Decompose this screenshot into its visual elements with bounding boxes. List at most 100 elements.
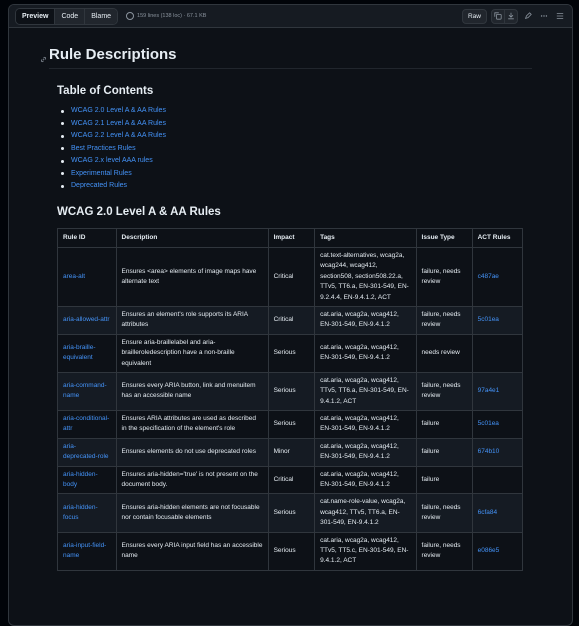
view-mode-tabs: Preview Code Blame bbox=[15, 7, 119, 25]
act-rule-link[interactable]: 6cfa84 bbox=[471, 493, 524, 533]
rule-description: Ensures an element's role supports its A… bbox=[115, 305, 269, 335]
rule-impact: Serious bbox=[267, 410, 316, 439]
rule-issue-type: failure, needs review bbox=[415, 247, 473, 307]
rule-issue-type: failure bbox=[415, 437, 473, 467]
act-rule-link[interactable]: 674b10 bbox=[471, 437, 524, 467]
act-rule-link[interactable]: c487ae bbox=[471, 247, 524, 307]
act-rule-link[interactable] bbox=[471, 465, 524, 495]
table-row: area-alt Ensures <area> elements of imag… bbox=[57, 247, 524, 307]
col-header: Rule ID bbox=[57, 228, 117, 248]
table-row: aria-input-field-name Ensures every ARIA… bbox=[57, 531, 524, 571]
file-actions bbox=[491, 8, 518, 24]
rule-id-link[interactable]: aria-hidden-body bbox=[57, 465, 117, 495]
toc-link[interactable]: Experimental Rules bbox=[57, 170, 532, 177]
file-viewer: Preview Code Blame 159 lines (138 loc) ·… bbox=[8, 4, 573, 626]
download-icon[interactable] bbox=[505, 10, 517, 23]
rule-issue-type: failure bbox=[415, 465, 473, 495]
rule-description: Ensures elements do not use deprecated r… bbox=[115, 437, 269, 467]
rule-description: Ensures <area> elements of image maps ha… bbox=[115, 247, 269, 307]
rule-id-link[interactable]: aria-command-name bbox=[57, 371, 117, 412]
col-header: Tags bbox=[314, 228, 417, 248]
act-rule-link[interactable]: 97a4e1 bbox=[471, 371, 524, 412]
rule-impact: Critical bbox=[267, 247, 316, 307]
more-options-icon[interactable] bbox=[538, 10, 550, 23]
tab-preview[interactable]: Preview bbox=[16, 8, 56, 24]
rule-tags: cat.aria, wcag2a, wcag412, TTv5, TT6.a, … bbox=[314, 371, 417, 412]
tab-blame[interactable]: Blame bbox=[85, 8, 118, 24]
tab-code[interactable]: Code bbox=[55, 8, 86, 24]
act-rule-link[interactable]: 5c01ea bbox=[471, 410, 524, 439]
table-header-row: Rule ID Description Impact Tags Issue Ty… bbox=[57, 228, 524, 248]
table-row: aria-braille-equivalent Ensure aria-brai… bbox=[57, 333, 524, 373]
rule-id-link[interactable]: aria-allowed-attr bbox=[57, 305, 117, 335]
file-info-text: 159 lines (138 loc) · 67.1 KB bbox=[137, 13, 207, 19]
rule-id-link[interactable]: aria-conditional-attr bbox=[57, 410, 117, 439]
rule-impact: Serious bbox=[267, 333, 316, 373]
table-row: aria-hidden-focus Ensures aria-hidden el… bbox=[57, 493, 524, 533]
table-row: aria-hidden-body Ensures aria-hidden='tr… bbox=[57, 465, 524, 495]
file-info: 159 lines (138 loc) · 67.1 KB bbox=[126, 12, 206, 20]
rule-id-link[interactable]: aria-input-field-name bbox=[57, 531, 117, 571]
rule-tags: cat.text-alternatives, wcag2a, wcag244, … bbox=[314, 247, 417, 307]
rule-issue-type: needs review bbox=[415, 333, 473, 373]
rule-impact: Critical bbox=[267, 305, 316, 335]
info-icon bbox=[126, 12, 135, 20]
table-row: aria-deprecated-role Ensures elements do… bbox=[57, 437, 524, 467]
rule-tags: cat.aria, wcag2a, wcag412, EN-301-549, E… bbox=[314, 465, 417, 495]
rule-issue-type: failure, needs review bbox=[415, 493, 473, 533]
raw-button[interactable]: Raw bbox=[461, 8, 487, 24]
table-row: aria-command-name Ensures every ARIA but… bbox=[57, 371, 524, 412]
act-rule-link[interactable]: 5c01ea bbox=[471, 305, 524, 335]
page-title: Rule Descriptions bbox=[40, 46, 532, 69]
rule-description: Ensures every ARIA button, link and menu… bbox=[115, 371, 269, 412]
section-heading: WCAG 2.0 Level A & AA Rules bbox=[57, 206, 221, 218]
rule-tags: cat.aria, wcag2a, wcag412, EN-301-549, E… bbox=[314, 437, 417, 467]
rule-impact: Serious bbox=[267, 371, 316, 412]
rule-tags: cat.aria, wcag2a, wcag412, EN-301-549, E… bbox=[314, 305, 417, 335]
table-row: aria-conditional-attr Ensures ARIA attri… bbox=[57, 410, 524, 439]
rule-impact: Minor bbox=[267, 437, 316, 467]
toc-link[interactable]: Deprecated Rules bbox=[57, 182, 532, 189]
rule-tags: cat.aria, wcag2a, wcag412, TTv5, TT5.c, … bbox=[314, 531, 417, 571]
col-header: Issue Type bbox=[415, 228, 473, 248]
rule-description: Ensures ARIA attributes are used as desc… bbox=[115, 410, 269, 439]
rule-id-link[interactable]: aria-deprecated-role bbox=[57, 437, 117, 467]
rule-tags: cat.aria, wcag2a, wcag412, EN-301-549, E… bbox=[314, 410, 417, 439]
markdown-body: Rule Descriptions Table of Contents WCAG… bbox=[9, 28, 572, 571]
table-row: aria-allowed-attr Ensures an element's r… bbox=[57, 305, 524, 335]
rule-impact: Serious bbox=[267, 531, 316, 571]
toc-link[interactable]: WCAG 2.x level AAA rules bbox=[57, 157, 532, 164]
act-rule-link[interactable]: e086e5 bbox=[471, 531, 524, 571]
rule-id-link[interactable]: aria-hidden-focus bbox=[57, 493, 117, 533]
toc-heading: Table of Contents bbox=[57, 85, 154, 97]
page-title-text: Rule Descriptions bbox=[49, 46, 177, 63]
col-header: ACT Rules bbox=[471, 228, 524, 248]
toc-link[interactable]: WCAG 2.0 Level A & AA Rules bbox=[57, 107, 532, 114]
outline-icon[interactable] bbox=[554, 10, 566, 23]
rule-id-link[interactable]: aria-braille-equivalent bbox=[57, 333, 117, 373]
toc-link[interactable]: WCAG 2.1 Level A & AA Rules bbox=[57, 120, 532, 127]
rule-tags: cat.aria, wcag2a, wcag412, EN-301-549, E… bbox=[314, 333, 417, 373]
rule-impact: Critical bbox=[267, 465, 316, 495]
toc-link[interactable]: Best Practices Rules bbox=[57, 145, 532, 152]
col-header: Description bbox=[115, 228, 269, 248]
table-of-contents: WCAG 2.0 Level A & AA Rules WCAG 2.1 Lev… bbox=[57, 107, 532, 189]
rule-description: Ensures aria-hidden elements are not foc… bbox=[115, 493, 269, 533]
col-header: Impact bbox=[267, 228, 316, 248]
rule-description: Ensure aria-braillelabel and aria-braill… bbox=[115, 333, 269, 373]
toc-link[interactable]: WCAG 2.2 Level A & AA Rules bbox=[57, 132, 532, 139]
link-icon[interactable] bbox=[40, 50, 47, 67]
rule-description: Ensures every ARIA input field has an ac… bbox=[115, 531, 269, 571]
file-toolbar: Preview Code Blame 159 lines (138 loc) ·… bbox=[9, 5, 572, 28]
rule-issue-type: failure bbox=[415, 410, 473, 439]
rule-id-link[interactable]: area-alt bbox=[57, 247, 117, 307]
rule-description: Ensures aria-hidden='true' is not presen… bbox=[115, 465, 269, 495]
copy-icon[interactable] bbox=[492, 9, 505, 23]
rule-tags: cat.name-role-value, wcag2a, wcag412, TT… bbox=[314, 493, 417, 533]
rule-issue-type: failure, needs review bbox=[415, 305, 473, 335]
edit-icon[interactable] bbox=[522, 10, 534, 23]
act-rule-link[interactable] bbox=[471, 333, 524, 373]
rules-table: Rule ID Description Impact Tags Issue Ty… bbox=[57, 228, 524, 571]
rule-issue-type: failure, needs review bbox=[415, 531, 473, 571]
rule-impact: Serious bbox=[267, 493, 316, 533]
